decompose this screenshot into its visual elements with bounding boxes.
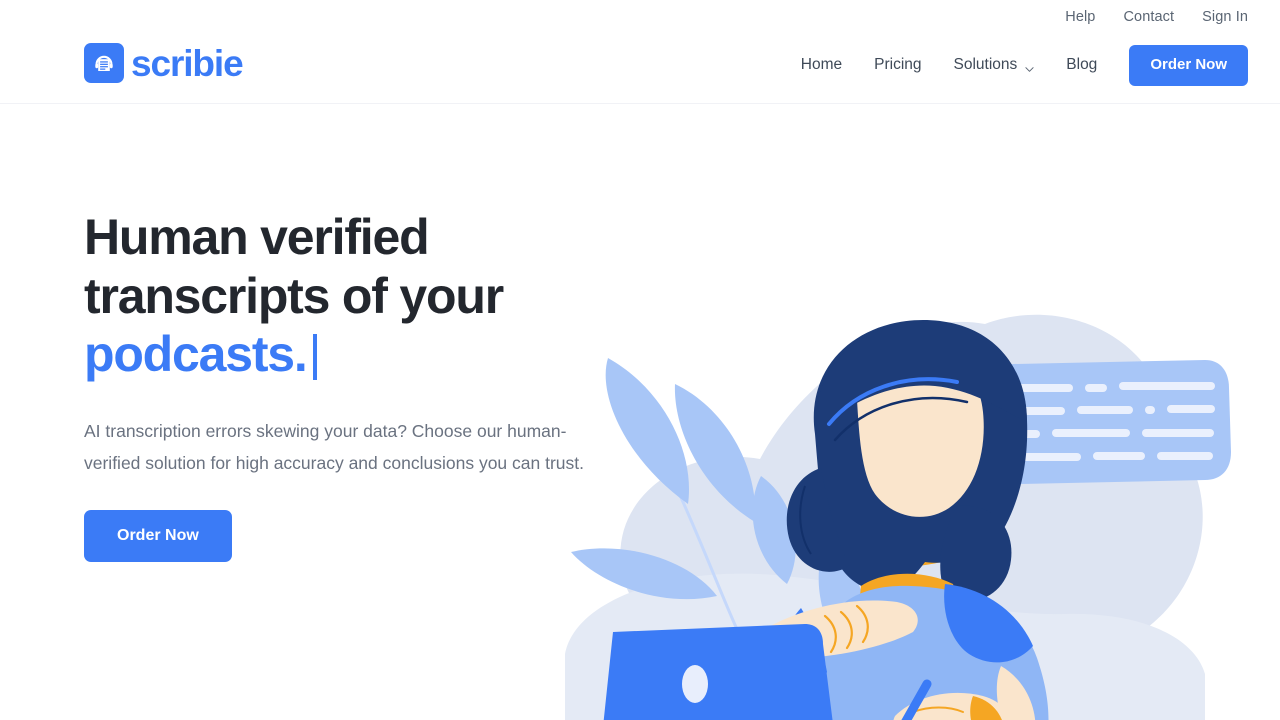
site-header: Help Contact Sign In scribie Home Pricin… [0, 0, 1280, 104]
nav-link-solutions[interactable]: Solutions [938, 56, 1051, 74]
hero-title-accent: podcasts. [84, 326, 308, 382]
header-order-now-button[interactable]: Order Now [1129, 45, 1248, 86]
chevron-down-icon [1025, 61, 1034, 72]
brand-logo[interactable]: scribie [84, 42, 244, 84]
hero-title-line-1: Human verified [84, 209, 430, 265]
hero-title-line-2: transcripts of your [84, 267, 504, 324]
hero-illustration [505, 254, 1265, 720]
utility-link-help[interactable]: Help [1065, 9, 1095, 25]
hero-order-now-button[interactable]: Order Now [84, 510, 232, 563]
utility-link-contact[interactable]: Contact [1123, 9, 1174, 25]
utility-link-sign-in[interactable]: Sign In [1202, 9, 1248, 25]
hero-section: Human verified transcripts of your podca… [0, 104, 1280, 720]
nav-link-blog[interactable]: Blog [1050, 56, 1113, 74]
nav-link-solutions-label: Solutions [953, 56, 1018, 74]
typing-cursor-icon [312, 334, 317, 380]
nav-link-pricing[interactable]: Pricing [858, 56, 937, 74]
laptop [603, 624, 833, 720]
document-headphones-icon [84, 43, 124, 83]
hero-title-accent-highlight: podcasts. [84, 325, 308, 384]
utility-nav: Help Contact Sign In [1065, 9, 1248, 25]
main-nav: Home Pricing Solutions Blog Order Now [785, 45, 1248, 86]
nav-link-home[interactable]: Home [785, 56, 858, 74]
brand-name: scribie [131, 42, 244, 84]
